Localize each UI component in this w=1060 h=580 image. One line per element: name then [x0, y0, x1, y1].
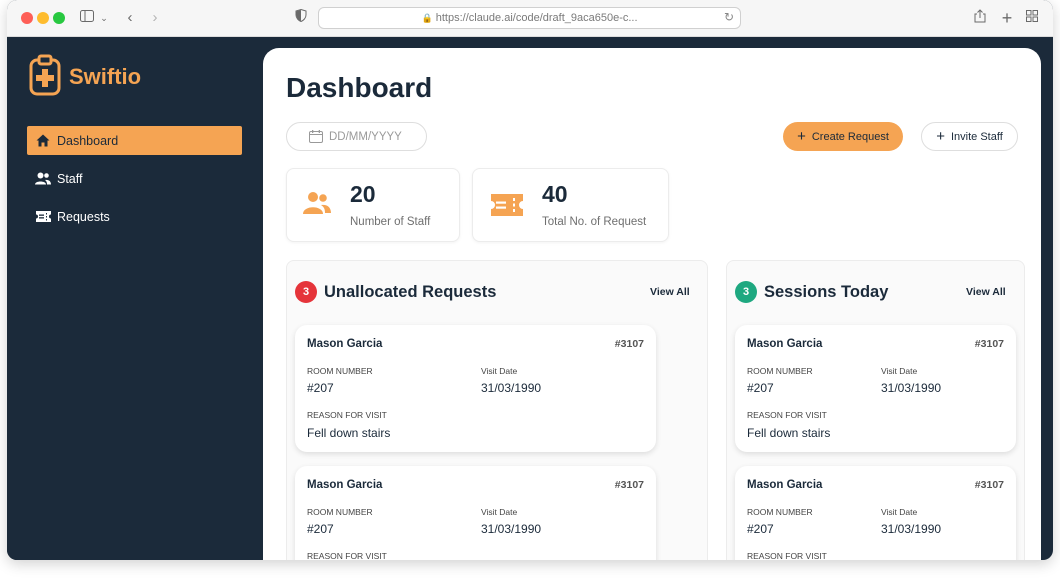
room-number-label: ROOM NUMBER	[747, 366, 813, 376]
room-number-label: ROOM NUMBER	[307, 366, 373, 376]
brand[interactable]: Swiftio	[29, 54, 141, 100]
room-number-label: ROOM NUMBER	[747, 507, 813, 517]
session-card[interactable]: Mason Garcia #3107 ROOM NUMBER #207 Visi…	[735, 325, 1016, 452]
visit-date-value: 31/03/1990	[481, 522, 542, 536]
request-card[interactable]: Mason Garcia #3107 ROOM NUMBER #207 Visi…	[295, 325, 656, 452]
visit-date-label: Visit Date	[881, 507, 918, 517]
create-request-button[interactable]: + Create Request	[783, 122, 903, 151]
view-all-link[interactable]: View All	[966, 286, 1006, 298]
sidebar-item-dashboard[interactable]: Dashboard	[27, 126, 242, 155]
brand-name: Swiftio	[69, 64, 142, 89]
visit-date-label: Visit Date	[481, 366, 518, 376]
room-number-value: #207	[307, 522, 334, 536]
sidebar-item-staff[interactable]: Staff	[27, 164, 242, 193]
visit-date-label: Visit Date	[881, 366, 918, 376]
date-placeholder: DD/MM/YYYY	[329, 130, 402, 143]
plus-icon: +	[936, 128, 945, 145]
forward-arrow-icon[interactable]: ›	[149, 9, 161, 27]
stat-value: 20	[350, 181, 376, 207]
room-number-label: ROOM NUMBER	[307, 507, 373, 517]
patient-name: Mason Garcia	[747, 338, 823, 350]
page-title: Dashboard	[286, 72, 433, 103]
patient-name: Mason Garcia	[307, 479, 383, 491]
visit-date-label: Visit Date	[481, 507, 518, 517]
close-window-button[interactable]	[21, 12, 33, 24]
request-card[interactable]: Mason Garcia #3107 ROOM NUMBER #207 Visi…	[295, 466, 656, 560]
view-all-link[interactable]: View All	[650, 286, 690, 298]
share-icon[interactable]	[973, 9, 987, 27]
medical-clipboard-icon	[29, 54, 61, 101]
room-number-value: #207	[307, 381, 334, 395]
new-tab-icon[interactable]: +	[1000, 9, 1014, 27]
users-icon	[35, 171, 51, 187]
lock-icon: 🔒	[421, 13, 433, 23]
calendar-icon	[309, 130, 323, 143]
browser-window: ⌄ ‹ › 🔒 https://claude.ai/code/draft_9ac…	[7, 0, 1053, 560]
address-url: https://claude.ai/code/draft_9aca650e-c.…	[435, 12, 638, 24]
sidebar-item-label: Dashboard	[57, 133, 119, 148]
patient-name: Mason Garcia	[307, 338, 383, 350]
back-arrow-icon[interactable]: ‹	[124, 9, 136, 27]
reason-label: REASON FOR VISIT	[307, 551, 387, 560]
session-id: #3107	[974, 479, 1004, 491]
visit-date-value: 31/03/1990	[481, 381, 542, 395]
plus-icon: +	[797, 128, 806, 145]
panel-title: Sessions Today	[764, 282, 889, 301]
stat-value: 40	[542, 181, 568, 207]
sidebar: Swiftio Dashboard Staff Requests	[7, 37, 263, 560]
ticket-icon	[491, 194, 523, 221]
sessions-today-panel: 3 Sessions Today View All Mason Garcia #…	[726, 260, 1025, 560]
maximize-window-button[interactable]	[53, 12, 65, 24]
session-id: #3107	[974, 338, 1004, 350]
browser-toolbar: ⌄ ‹ › 🔒 https://claude.ai/code/draft_9ac…	[7, 0, 1053, 37]
reason-label: REASON FOR VISIT	[747, 551, 827, 560]
visit-date-value: 31/03/1990	[881, 522, 942, 536]
privacy-shield-icon[interactable]	[294, 8, 308, 27]
panel-header: 3 Sessions Today	[735, 281, 888, 303]
stat-card-requests: 40 Total No. of Request	[472, 168, 669, 242]
sidebar-item-requests[interactable]: Requests	[27, 202, 242, 231]
reason-label: REASON FOR VISIT	[307, 410, 387, 420]
panel-header: 3 Unallocated Requests	[295, 281, 496, 303]
sidebar-item-label: Staff	[57, 171, 83, 186]
home-icon	[35, 133, 51, 149]
tab-overview-icon[interactable]	[1025, 9, 1039, 27]
session-card[interactable]: Mason Garcia #3107 ROOM NUMBER #207 Visi…	[735, 466, 1016, 560]
create-request-label: Create Request	[811, 130, 889, 143]
stat-label: Number of Staff	[350, 216, 431, 228]
ticket-icon	[35, 209, 51, 225]
address-bar[interactable]: 🔒 https://claude.ai/code/draft_9aca650e-…	[318, 7, 741, 29]
reload-icon[interactable]: ↻	[724, 10, 734, 24]
panel-title: Unallocated Requests	[324, 282, 497, 301]
count-badge: 3	[295, 281, 317, 303]
visit-date-value: 31/03/1990	[881, 381, 942, 395]
minimize-window-button[interactable]	[37, 12, 49, 24]
unallocated-requests-panel: 3 Unallocated Requests View All Mason Ga…	[286, 260, 708, 560]
invite-staff-button[interactable]: + Invite Staff	[921, 122, 1018, 151]
sidebar-toggle-icon[interactable]	[79, 9, 95, 27]
sidebar-item-label: Requests	[57, 209, 110, 224]
reason-value: Fell down stairs	[747, 426, 831, 440]
stat-card-staff: 20 Number of Staff	[286, 168, 460, 242]
users-icon	[303, 191, 331, 220]
request-id: #3107	[614, 338, 644, 350]
request-id: #3107	[614, 479, 644, 491]
reason-label: REASON FOR VISIT	[747, 410, 827, 420]
reason-value: Fell down stairs	[307, 426, 391, 440]
chevron-down-icon[interactable]: ⌄	[99, 9, 109, 27]
patient-name: Mason Garcia	[747, 479, 823, 491]
invite-staff-label: Invite Staff	[950, 130, 1003, 143]
date-filter-input[interactable]: DD/MM/YYYY	[286, 122, 427, 151]
room-number-value: #207	[747, 522, 774, 536]
stat-label: Total No. of Request	[542, 216, 647, 228]
count-badge: 3	[735, 281, 757, 303]
room-number-value: #207	[747, 381, 774, 395]
main-content: Dashboard DD/MM/YYYY + Create Request + …	[263, 48, 1041, 560]
